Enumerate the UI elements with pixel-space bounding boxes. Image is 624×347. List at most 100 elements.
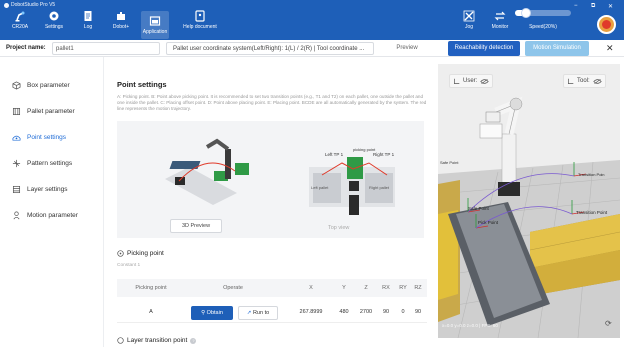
motion-icon: [13, 211, 20, 219]
app-logo-icon: [4, 2, 9, 8]
sidebar-item-pattern-settings[interactable]: Pattern settings: [0, 154, 104, 172]
speed-track[interactable]: [515, 8, 571, 18]
left-tp-label: Left TP 1: [325, 152, 344, 157]
section-description: A: Picking point. B: Point above picking…: [117, 94, 427, 111]
row-x-value: 267.8999: [299, 309, 323, 315]
robot-scene: Safe Point Safe Point Pick Point Transit…: [438, 64, 620, 338]
robot-arm-icon: [15, 11, 25, 22]
row-ry-value: 0: [401, 309, 405, 315]
viewport-readout: x=0.0 y=0.0 z=0.0 | FPS: 60: [442, 323, 498, 328]
row-rx-value: 90: [382, 309, 390, 315]
right-tp-label: Right TP 1: [373, 152, 395, 157]
3d-viewport[interactable]: Safe Point Safe Point Pick Point Transit…: [438, 64, 620, 338]
project-name-input[interactable]: pallet1: [52, 42, 160, 55]
layer-transition-title: Layer transition point ?: [117, 337, 197, 344]
left-pallet-label: Left pallet: [311, 185, 329, 190]
help-icon[interactable]: ?: [190, 337, 197, 344]
sidebar-item-layer-settings[interactable]: Layer settings: [0, 180, 104, 198]
tool-coordinate-toggle[interactable]: Tool:: [563, 74, 606, 88]
isometric-scene: [165, 138, 249, 205]
section-title: Point settings: [117, 80, 167, 89]
speed-label: Speed(20%): [529, 24, 557, 30]
col-rx: RX: [382, 285, 390, 291]
picking-point-label: picking point: [353, 147, 376, 152]
toolbar-monitor-button[interactable]: Monitor: [486, 10, 514, 30]
col-z: Z: [364, 285, 368, 291]
viewport-transition-point-2: Transition Poin: [578, 172, 605, 177]
eye-hidden-icon: [480, 78, 490, 84]
run-to-button[interactable]: ➚ Run to: [238, 306, 278, 320]
speed-slider[interactable]: Speed(20%): [515, 8, 571, 30]
minimize-button[interactable]: −: [574, 3, 578, 9]
target-icon: [117, 250, 124, 257]
top-view-label: Top view: [328, 225, 350, 231]
table-header: Picking point Operate X Y Z RX RY RZ: [117, 279, 427, 297]
sidebar: Box parameter Pallet parameter Point set…: [0, 57, 104, 347]
toolbar-log-button[interactable]: Log: [74, 10, 102, 30]
sidebar-item-pallet-parameter[interactable]: Pallet parameter: [0, 102, 104, 120]
tool-axis-icon: [568, 78, 574, 84]
pallet-icon: [12, 107, 21, 115]
viewport-transition-point: Transition Point: [576, 210, 608, 215]
picking-point-subtitle: Constant 1: [117, 263, 141, 268]
point-settings-icon: [12, 135, 21, 141]
sidebar-item-box-parameter[interactable]: Box parameter: [0, 76, 104, 94]
help-doc-icon: [195, 10, 205, 22]
picking-point-title: Picking point: [117, 250, 164, 257]
close-panel-button[interactable]: ✕: [606, 43, 614, 54]
jog-icon: [463, 10, 475, 22]
preview-button[interactable]: Preview: [379, 42, 435, 55]
right-pallet-label: Right pallet: [369, 185, 390, 190]
monitor-icon: [494, 11, 506, 21]
layers-icon: [12, 185, 21, 193]
app-title: DobotStudio Pro V5: [4, 2, 55, 8]
col-x: X: [309, 285, 313, 291]
layer-icon: [117, 337, 124, 344]
box-icon: [12, 80, 21, 90]
row-z-value: 2700: [359, 309, 373, 315]
reachability-detection-button[interactable]: Reachability detection: [448, 41, 520, 56]
gear-icon: [49, 11, 59, 21]
close-window-button[interactable]: ✕: [608, 3, 613, 10]
point-settings-panel: Point settings A: Picking point. B: Poin…: [104, 57, 436, 347]
3d-preview-button[interactable]: 3D Preview: [170, 219, 222, 233]
emergency-stop-button[interactable]: [597, 15, 616, 34]
speed-knob[interactable]: [521, 8, 532, 18]
toolbar-application-button[interactable]: Application: [141, 11, 169, 39]
sidebar-item-motion-parameter[interactable]: Motion parameter: [0, 206, 104, 224]
user-coordinate-toggle[interactable]: User:: [449, 74, 494, 88]
viewport-safe-point: Safe Point: [468, 206, 490, 211]
toolbar-robot-button[interactable]: CR20A: [6, 10, 34, 30]
user-axis-icon: [454, 78, 460, 84]
sidebar-item-point-settings[interactable]: Point settings: [0, 128, 104, 146]
table-row: A ⚲ Obtain ➚ Run to 267.8999 480 2700 90…: [117, 303, 427, 323]
restore-button[interactable]: ⧉: [591, 3, 595, 10]
col-ry: RY: [399, 285, 407, 291]
row-y-value: 480: [339, 309, 349, 315]
project-name-label: Project name:: [6, 45, 46, 51]
motion-simulation-button[interactable]: Motion Simulation: [525, 41, 589, 56]
toolbar-settings-button[interactable]: Settings: [40, 10, 68, 30]
eye-hidden-icon: [593, 78, 602, 84]
col-y: Y: [342, 285, 346, 291]
toolbar-dobot-plus-button[interactable]: Dobot+: [107, 10, 135, 30]
project-bar: Project name: pallet1 Pallet user coordi…: [0, 40, 624, 57]
document-icon: [84, 11, 92, 21]
row-point-name: A: [149, 309, 153, 315]
point-illustration: Left TP 1 Right TP 1 picking point Left …: [117, 121, 424, 238]
toolbar-help-button[interactable]: Help document: [175, 10, 225, 30]
viewport-safe-point-left: Safe Point: [440, 160, 459, 165]
row-rz-value: 90: [414, 309, 422, 315]
apps-icon: [149, 16, 161, 26]
obtain-button[interactable]: ⚲ Obtain: [191, 306, 233, 320]
col-picking-point: Picking point: [135, 285, 167, 291]
pattern-icon: [12, 159, 21, 167]
project-description-field[interactable]: Pallet user coordinate system(Left/Right…: [166, 42, 374, 55]
palletizing-illustration: Left TP 1 Right TP 1 picking point Left …: [165, 138, 395, 215]
refresh-view-icon[interactable]: ⟳: [605, 319, 612, 328]
viewport-pick-point: Pick Point: [478, 220, 499, 225]
puzzle-icon: [117, 12, 125, 20]
title-bar: DobotStudio Pro V5 CR20A Settings Log Do…: [0, 0, 624, 40]
col-operate: Operate: [223, 285, 243, 291]
toolbar-jog-button[interactable]: Jog: [455, 10, 483, 30]
